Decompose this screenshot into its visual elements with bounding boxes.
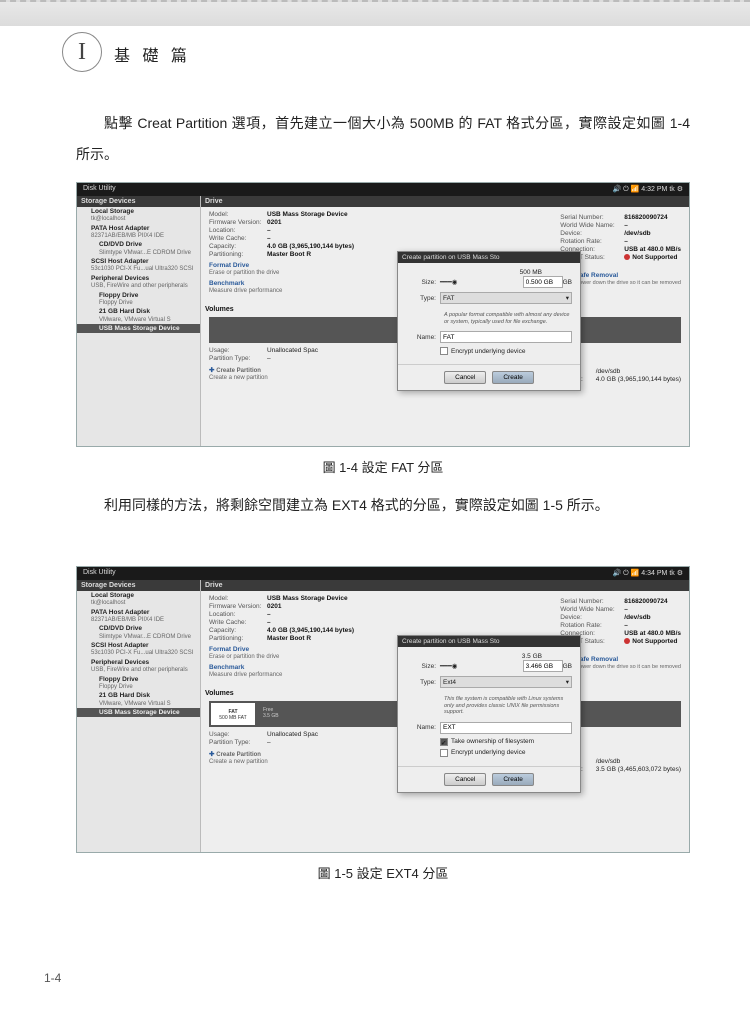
main-panel: Drive Model:USB Mass Storage Device Firm… [201, 580, 689, 852]
sidebar-item-pata[interactable]: PATA Host Adapter82371AB/EB/MB PIIX4 IDE [77, 224, 200, 241]
paragraph-2: 利用同樣的方法，將剩餘空間建立為 EXT4 格式的分區，實際設定如圖 1-5 所… [76, 490, 690, 521]
sidebar-header: Storage Devices [77, 580, 200, 591]
action-safe-removal[interactable]: Safe RemovalPower down the drive so it c… [576, 656, 681, 670]
format-desc: This file system is compatible with Linu… [406, 692, 572, 722]
sidebar-item-usb[interactable]: USB Mass Storage Device [77, 324, 200, 333]
size-max: 3.5 GB [406, 653, 572, 660]
page-top-strip [0, 0, 750, 26]
page-number: 1-4 [44, 971, 61, 985]
encrypt-checkbox[interactable]: Encrypt underlying device [406, 347, 572, 355]
sidebar-item-local[interactable]: Local Storagetk@localhost [77, 591, 200, 608]
sidebar-item-hdd[interactable]: 21 GB Hard DiskVMware, VMware Virtual S [77, 307, 200, 324]
figure-1-4-caption: 圖 1-4 設定 FAT 分區 [76, 457, 690, 476]
ownership-checkbox[interactable]: ✔Take ownership of filesystem [406, 738, 572, 746]
action-safe-removal[interactable]: Safe RemovalPower down the drive so it c… [576, 272, 681, 286]
sidebar: Storage Devices Local Storagetk@localhos… [77, 580, 201, 852]
smart-dot-icon [624, 254, 630, 260]
create-partition-dialog: Create partition on USB Mass Sto 500 MB … [397, 251, 581, 391]
vol-chip-fat[interactable]: FAT500 MB FAT [211, 703, 255, 725]
cancel-button[interactable]: Cancel [444, 773, 486, 786]
dialog-title: Create partition on USB Mass Sto [398, 636, 580, 647]
sidebar-item-floppy[interactable]: Floppy DriveFloppy Drive [77, 291, 200, 308]
app-title: Disk Utility [83, 569, 116, 578]
sidebar-item-periph[interactable]: Peripheral DevicesUSB, FireWire and othe… [77, 274, 200, 291]
size-input[interactable] [523, 276, 563, 288]
sys-tray: 🔊 ⏻ 📶 4:32 PM tk ⚙ [612, 185, 683, 194]
sidebar-item-floppy[interactable]: Floppy DriveFloppy Drive [77, 675, 200, 692]
name-input[interactable] [440, 722, 572, 734]
size-input[interactable] [523, 660, 563, 672]
type-select[interactable]: FAT▾ [440, 292, 572, 304]
size-max: 500 MB [406, 269, 572, 276]
sidebar-item-scsi[interactable]: SCSI Host Adapter53c1030 PCI-X Fu...ual … [77, 641, 200, 658]
sidebar: Storage Devices Local Storagetk@localhos… [77, 196, 201, 446]
paragraph-1: 點擊 Creat Partition 選項，首先建立一個大小為 500MB 的 … [76, 108, 690, 170]
encrypt-checkbox[interactable]: Encrypt underlying device [406, 749, 572, 757]
sidebar-item-pata[interactable]: PATA Host Adapter82371AB/EB/MB PIIX4 IDE [77, 608, 200, 625]
sidebar-item-cd[interactable]: CD/DVD DriveSlimtype VMwar...E CDROM Dri… [77, 240, 200, 257]
figure-1-5-caption: 圖 1-5 設定 EXT4 分區 [76, 863, 690, 882]
drive-header: Drive [201, 580, 689, 591]
sidebar-item-local[interactable]: Local Storagetk@localhost [77, 207, 200, 224]
main-panel: Drive Model:USB Mass Storage Device Firm… [201, 196, 689, 446]
chevron-down-icon: ▾ [566, 678, 569, 686]
name-input[interactable] [440, 331, 572, 343]
create-button[interactable]: Create [492, 773, 534, 786]
sidebar-item-usb[interactable]: USB Mass Storage Device [77, 708, 200, 717]
dialog-title: Create partition on USB Mass Sto [398, 252, 580, 263]
create-partition-dialog: Create partition on USB Mass Sto 3.5 GB … [397, 635, 581, 793]
chapter-title: 基 礎 篇 [114, 42, 191, 66]
create-button[interactable]: Create [492, 371, 534, 384]
chevron-down-icon: ▾ [566, 294, 569, 302]
figure-1-5: Disk Utility 🔊 ⏻ 📶 4:34 PM tk ⚙ Storage … [76, 566, 690, 853]
chapter-badge: I [62, 32, 102, 72]
figure-1-4: Disk Utility 🔊 ⏻ 📶 4:32 PM tk ⚙ Storage … [76, 182, 690, 447]
drive-header: Drive [201, 196, 689, 207]
sidebar-item-periph[interactable]: Peripheral DevicesUSB, FireWire and othe… [77, 658, 200, 675]
sys-tray: 🔊 ⏻ 📶 4:34 PM tk ⚙ [612, 569, 683, 578]
sidebar-item-cd[interactable]: CD/DVD DriveSlimtype VMwar...E CDROM Dri… [77, 624, 200, 641]
sidebar-item-scsi[interactable]: SCSI Host Adapter53c1030 PCI-X Fu...ual … [77, 257, 200, 274]
app-title: Disk Utility [83, 185, 116, 194]
format-desc: A popular format compatible with almost … [406, 308, 572, 331]
smart-dot-icon [624, 638, 630, 644]
sidebar-header: Storage Devices [77, 196, 200, 207]
cancel-button[interactable]: Cancel [444, 371, 486, 384]
type-select[interactable]: Ext4▾ [440, 676, 572, 688]
sidebar-item-hdd[interactable]: 21 GB Hard DiskVMware, VMware Virtual S [77, 691, 200, 708]
